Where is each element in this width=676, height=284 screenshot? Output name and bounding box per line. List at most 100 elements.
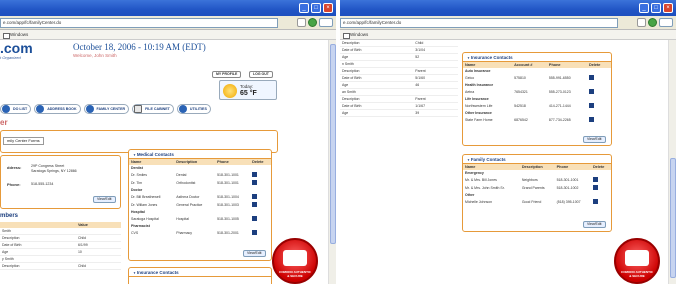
search-input[interactable] xyxy=(659,18,673,27)
family-center-forms-button[interactable]: mily Center Forms xyxy=(3,137,44,145)
table-row: Description Parent xyxy=(340,95,458,103)
delete-icon[interactable] xyxy=(592,199,598,204)
table-row: Description Child xyxy=(0,234,121,242)
comodo-security-badge[interactable]: COMODO AUTHENTIC & SECURE xyxy=(614,238,660,284)
delete-icon[interactable] xyxy=(589,103,595,108)
table-row: Date of Birth 5/1/60 xyxy=(340,74,458,82)
section-title: er xyxy=(0,118,8,127)
vertical-scrollbar[interactable] xyxy=(668,40,676,284)
table-row: an Smith xyxy=(340,88,458,96)
padlock-icon xyxy=(625,250,649,266)
insurance-view-edit-button[interactable]: View/Edit xyxy=(583,136,606,143)
table-row: Description Child xyxy=(0,262,121,270)
family-address-panel: ddress: 29P Congress Street Saratoga Spr… xyxy=(0,155,121,209)
delete-icon[interactable] xyxy=(589,89,595,94)
minimize-icon[interactable]: _ xyxy=(639,3,649,13)
close-icon[interactable]: × xyxy=(663,3,673,13)
table-row: Date of Birth 1/1/67 xyxy=(340,102,458,110)
table-row: Description Parent xyxy=(340,67,458,75)
members-table: Description Child Date of Birth 3/1/04 Age… xyxy=(340,40,458,117)
medical-contacts-panel: Medical Contacts Name Description Phone … xyxy=(128,149,272,261)
table-row: Age 39 xyxy=(340,109,458,117)
insurance-contacts-title[interactable]: Insurance Contacts xyxy=(463,53,611,62)
logo-tagline: t Organized xyxy=(0,55,21,60)
welcome-text: Welcome, John Smith xyxy=(73,53,117,58)
close-icon[interactable]: × xyxy=(323,3,333,13)
delete-icon[interactable] xyxy=(592,185,598,190)
nav-todo-list[interactable]: DO LIST xyxy=(0,104,32,114)
padlock-icon xyxy=(283,250,307,266)
tab-windows[interactable]: Windows xyxy=(2,31,28,39)
family-view-edit-button[interactable]: View/Edit xyxy=(583,221,606,228)
site-logo: .com xyxy=(0,40,33,56)
table-row: Aetna 7654321 555-273-0123 xyxy=(463,88,611,96)
title-bar: _ □ × xyxy=(340,0,676,16)
table-row: Dr. Willam Jones General Practice 518-301-… xyxy=(129,201,271,209)
dropdown-icon[interactable] xyxy=(637,18,646,27)
nav-family-center[interactable]: FAMILY CENTER xyxy=(83,104,130,114)
table-row: Age 52 xyxy=(340,53,458,61)
insurance-contacts-panel: Insurance Contacts Name Account # Phone … xyxy=(462,52,612,146)
family-contacts-panel: Family Contacts Name Description Phone D… xyxy=(462,154,612,232)
logout-button[interactable]: LOG OUT xyxy=(249,71,273,78)
book-icon xyxy=(36,105,45,113)
page-content: .com t Organized October 18, 2006 - 10:1… xyxy=(0,40,328,284)
table-row: Michelle Johnson Good Friend (518) 395-100… xyxy=(463,198,611,206)
delete-icon[interactable] xyxy=(252,230,258,235)
table-row: Mr. & Mrs. Bill Jones Neighbors 518-301-10… xyxy=(463,176,611,184)
dropdown-icon[interactable] xyxy=(297,18,306,27)
delete-icon[interactable] xyxy=(252,216,258,221)
delete-icon[interactable] xyxy=(592,177,598,182)
delete-icon[interactable] xyxy=(252,172,258,177)
utilities-icon xyxy=(178,105,187,113)
delete-icon[interactable] xyxy=(589,75,595,80)
minimize-icon[interactable]: _ xyxy=(299,3,309,13)
phone-label: Phone: xyxy=(7,182,21,187)
comodo-security-badge[interactable]: COMODO AUTHENTIC & SECURE xyxy=(272,238,318,284)
table-row: Mr. & Mrs. John Smith Sr. Grand Parents 51… xyxy=(463,184,611,192)
medical-contacts-title[interactable]: Medical Contacts xyxy=(129,150,271,159)
view-edit-button[interactable]: View/Edit xyxy=(93,196,116,203)
maximize-icon[interactable]: □ xyxy=(651,3,661,13)
search-input[interactable] xyxy=(319,18,333,27)
address-input[interactable]: e.com/app/fc/familyCenter.do xyxy=(0,18,278,28)
table-row: Dr. Smiles Dental 518-301-1001 xyxy=(129,171,271,179)
members-title: mbers xyxy=(0,213,19,219)
tab-bar: Windows xyxy=(0,30,336,40)
browser-window-left: _ □ × e.com/app/fc/familyCenter.do Windo… xyxy=(0,0,336,284)
go-icon[interactable] xyxy=(648,18,657,27)
nav-file-cabinet[interactable]: FILE CABINET xyxy=(132,104,174,114)
nav-utilities[interactable]: UTILITIES xyxy=(176,104,211,114)
table-row: Saratoga Hospital Hospital 518-301-1005 xyxy=(129,215,271,223)
maximize-icon[interactable]: □ xyxy=(311,3,321,13)
table-row: Age 10 xyxy=(0,248,121,256)
table-row: Northwestern Life 542518 414-271-1444 xyxy=(463,102,611,110)
members-table: mbers Value Smith Description Child Date … xyxy=(0,213,121,270)
address-input[interactable]: e.com/app/fc/familyCenter.do xyxy=(340,18,618,28)
delete-icon[interactable] xyxy=(252,202,258,207)
table-row: Age 46 xyxy=(340,81,458,89)
scrollbar-thumb[interactable] xyxy=(670,158,676,278)
medical-view-edit-button[interactable]: View/Edit xyxy=(243,250,266,257)
table-row: CVS Pharmacy 518-301-2001 xyxy=(129,229,271,237)
family-contacts-title[interactable]: Family Contacts xyxy=(463,155,611,164)
tab-bar: Windows xyxy=(340,30,676,40)
table-row: Dr. Bill Breathewell Asthma Doctor 518-301… xyxy=(129,193,271,201)
delete-icon[interactable] xyxy=(252,180,258,185)
insurance-contacts-panel-left: Insurance Contacts xyxy=(128,267,272,284)
table-row: n Smith xyxy=(340,60,458,68)
delete-icon[interactable] xyxy=(589,117,595,122)
weather-temp: 65 °F xyxy=(240,90,257,97)
my-profile-button[interactable]: MY PROFILE xyxy=(212,71,242,78)
sun-icon xyxy=(223,84,237,98)
vertical-scrollbar[interactable] xyxy=(328,40,336,284)
cabinet-icon xyxy=(134,105,143,113)
go-icon[interactable] xyxy=(308,18,317,27)
nav-address-book[interactable]: ADDRESS BOOK xyxy=(34,104,81,114)
delete-icon[interactable] xyxy=(252,194,258,199)
page-content: Description Child Date of Birth 3/1/04 Age… xyxy=(340,40,668,284)
tab-windows[interactable]: Windows xyxy=(342,31,368,39)
insurance-contacts-title-left[interactable]: Insurance Contacts xyxy=(129,268,271,277)
address-line-2: Saratoga Springs, NY 12866 xyxy=(31,169,77,173)
current-datetime: October 18, 2006 - 10:19 AM (EDT) xyxy=(73,42,206,52)
